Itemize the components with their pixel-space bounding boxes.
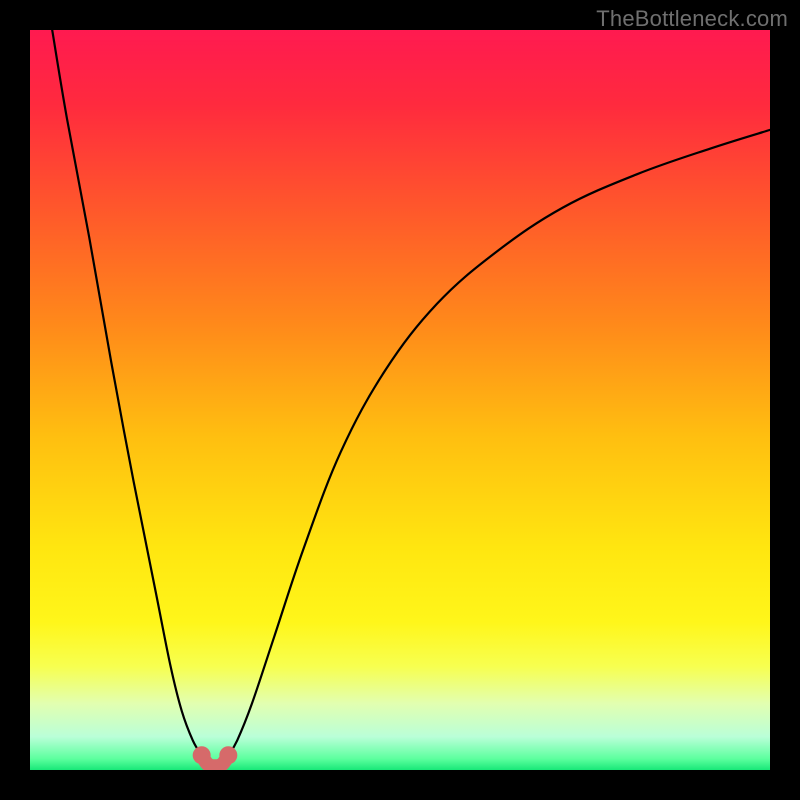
chart-curves [30,30,770,770]
plot-area [30,30,770,770]
watermark-text: TheBottleneck.com [596,6,788,32]
marker-dot [219,746,237,764]
curve-left-branch [52,30,201,755]
marker-dot [193,746,211,764]
curve-right-branch [228,130,770,755]
chart-frame: TheBottleneck.com [0,0,800,800]
